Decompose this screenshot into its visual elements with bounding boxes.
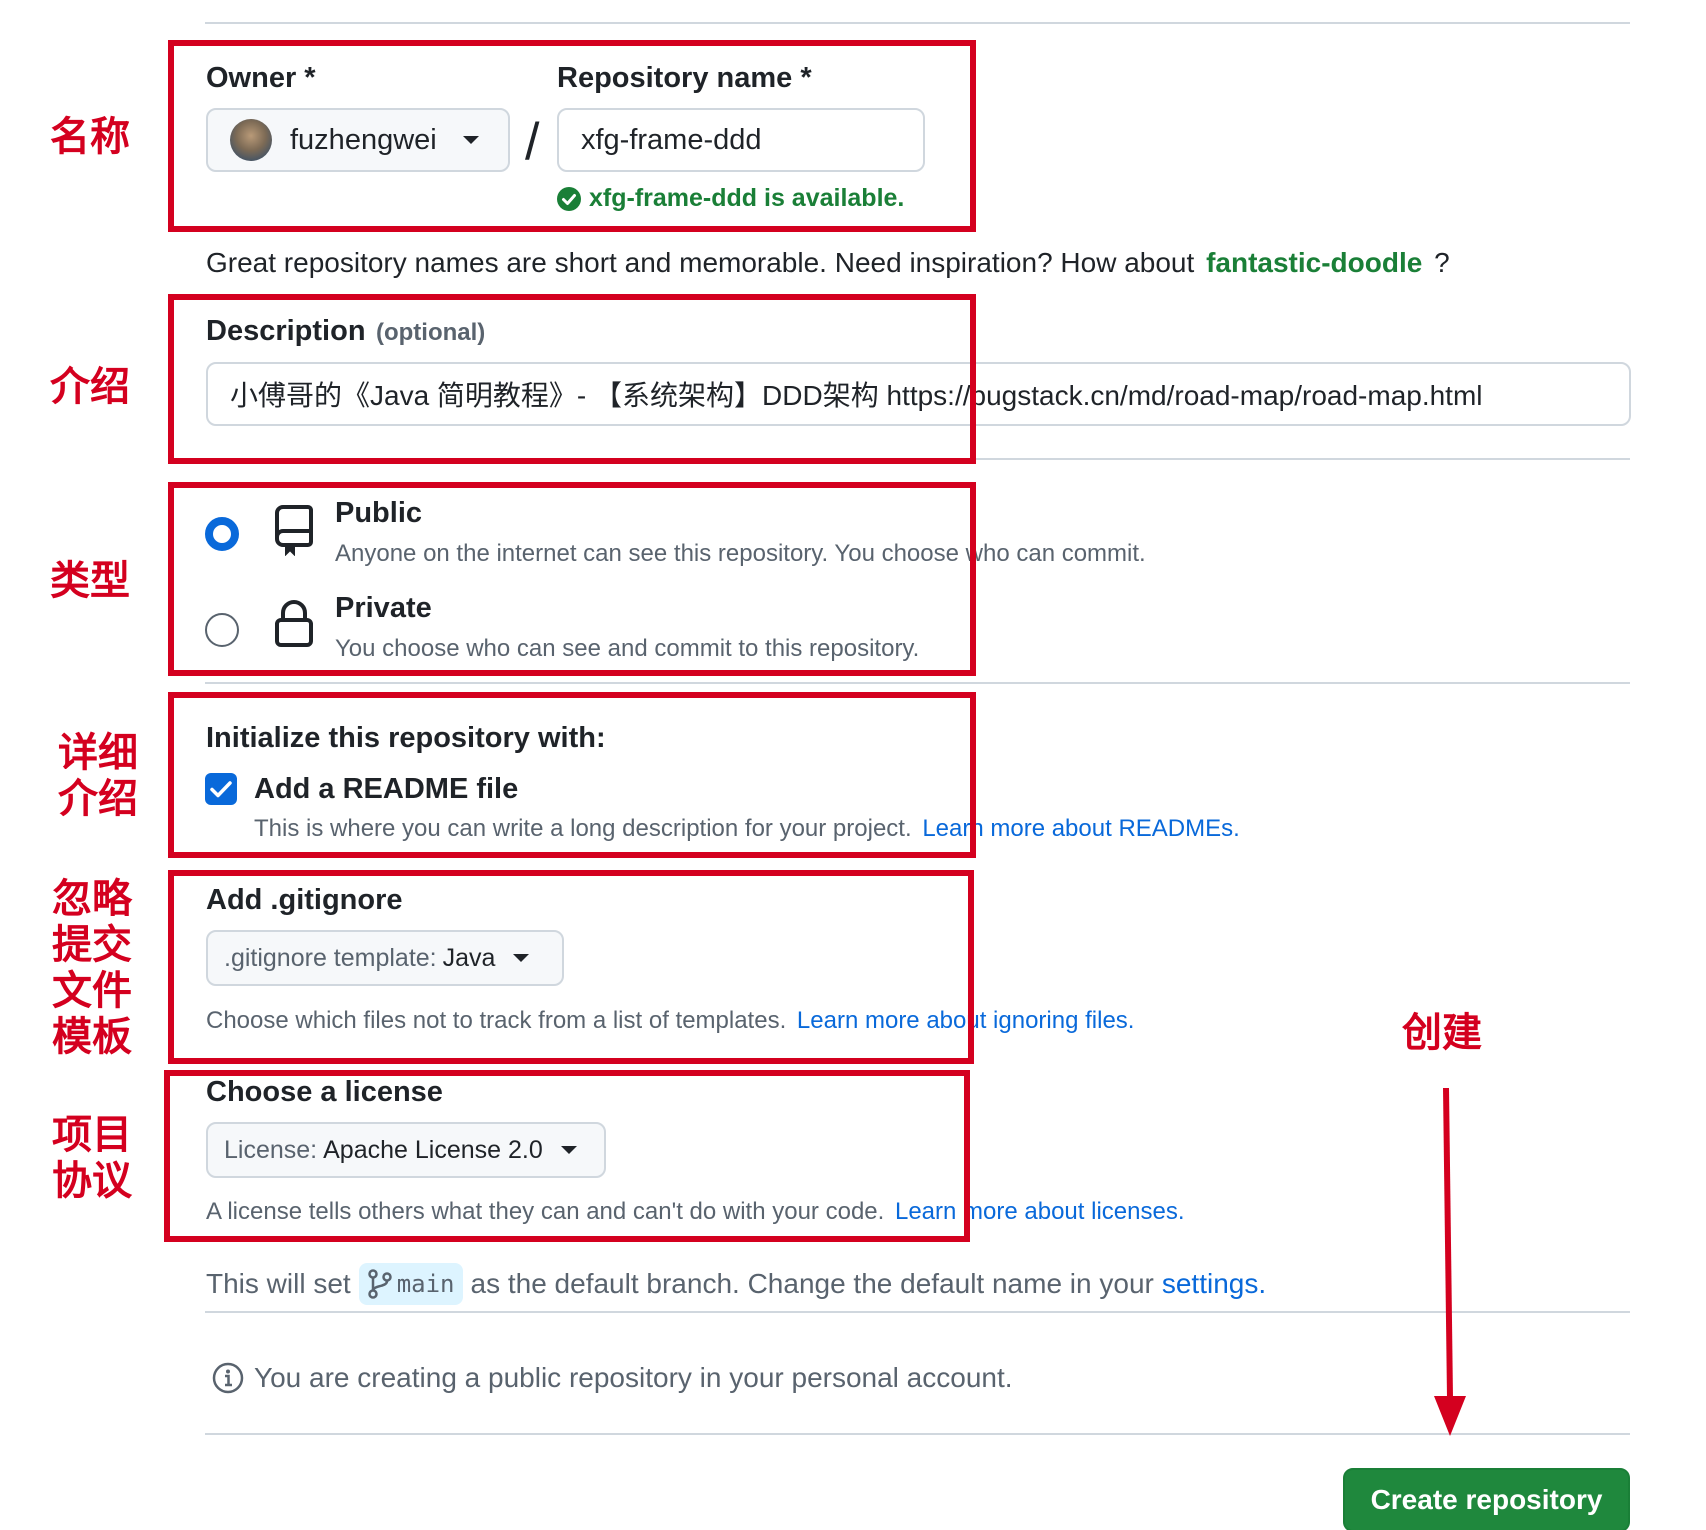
annotation-name: 名称 — [50, 114, 130, 160]
annotation-ignore-line3: 文件 — [52, 968, 132, 1014]
hint-text: Great repository names are short and mem… — [206, 247, 1195, 278]
repo-name-hint: Great repository names are short and mem… — [206, 247, 1450, 279]
annotation-ignore: 忽略 提交 文件 模板 — [52, 876, 132, 1060]
annotation-ignore-line1: 忽略 — [52, 876, 132, 922]
annotation-license-line2: 协议 — [52, 1158, 132, 1204]
annotation-create: 创建 — [1402, 1010, 1482, 1056]
public-notice: You are creating a public repository in … — [212, 1362, 1013, 1394]
divider-branch — [205, 1311, 1630, 1313]
hint-end: ? — [1434, 247, 1450, 278]
annotation-detail-line1: 详细 — [58, 730, 138, 776]
branch-end: . — [1258, 1268, 1267, 1299]
annotation-ignore-line2: 提交 — [52, 922, 132, 968]
annotation-ignore-line4: 模板 — [52, 1014, 132, 1060]
highlight-init — [168, 692, 976, 858]
divider-notice — [205, 1433, 1630, 1435]
annotation-intro: 介绍 — [50, 364, 130, 410]
annotation-type: 类型 — [50, 558, 130, 604]
annotation-license-line1: 项目 — [52, 1112, 132, 1158]
default-branch-note: This will set main as the default branch… — [206, 1263, 1266, 1305]
highlight-visibility — [168, 482, 976, 676]
annotation-detail-line2: 介绍 — [58, 776, 138, 822]
highlight-description — [168, 294, 976, 464]
highlight-gitignore — [168, 870, 974, 1064]
create-repository-button[interactable]: Create repository — [1343, 1468, 1630, 1530]
annotation-license: 项目 协议 — [52, 1112, 132, 1204]
branch-badge: main — [358, 1263, 463, 1305]
highlight-name — [168, 40, 976, 232]
branch-suffix: as the default branch. Change the defaul… — [470, 1268, 1154, 1299]
branch-name: main — [396, 1270, 455, 1298]
divider-visibility — [205, 682, 1630, 684]
annotation-detail: 详细 介绍 — [58, 730, 138, 822]
highlight-license — [164, 1070, 970, 1242]
suggestion-link[interactable]: fantastic-doodle — [1206, 247, 1422, 278]
branch-prefix: This will set — [206, 1268, 351, 1299]
info-icon — [212, 1362, 244, 1394]
arrow-down-icon — [1434, 1087, 1466, 1436]
top-divider — [205, 22, 1630, 24]
settings-link[interactable]: settings — [1162, 1268, 1259, 1300]
notice-text: You are creating a public repository in … — [254, 1362, 1013, 1393]
git-branch-icon — [367, 1269, 392, 1299]
